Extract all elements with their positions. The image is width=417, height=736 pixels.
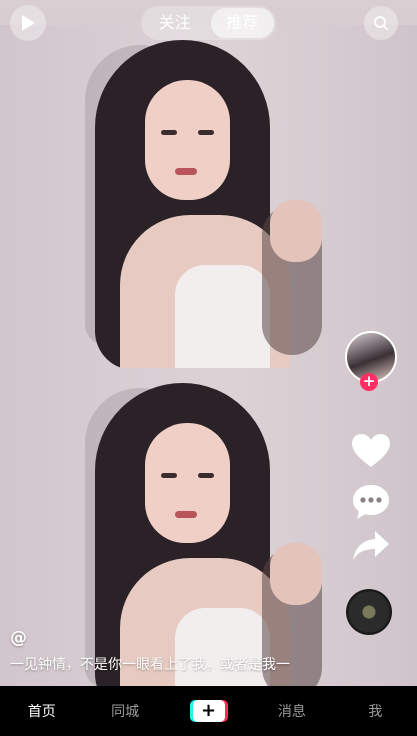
tab-recommend[interactable]: 推荐 — [210, 8, 274, 38]
music-disc-button[interactable] — [346, 589, 392, 635]
tab-following[interactable]: 关注 — [143, 8, 207, 38]
comment-icon — [353, 485, 389, 519]
author-name[interactable]: @ — [10, 628, 27, 648]
play-icon — [22, 15, 35, 31]
nav-create[interactable]: + — [167, 700, 250, 722]
share-button[interactable] — [351, 526, 391, 566]
nav-home[interactable]: 首页 — [0, 701, 83, 721]
nav-me[interactable]: 我 — [334, 701, 417, 721]
heart-icon — [352, 434, 390, 467]
comment-button[interactable] — [351, 482, 391, 522]
video-frame-top — [0, 25, 417, 368]
feed-tabs: 关注 推荐 — [141, 6, 276, 40]
plus-icon: + — [192, 700, 225, 722]
play-button[interactable] — [10, 5, 46, 41]
search-icon — [374, 16, 388, 30]
bottom-navbar: 首页 同城 + 消息 我 — [0, 686, 417, 736]
share-icon — [353, 531, 389, 560]
nav-nearby[interactable]: 同城 — [83, 701, 166, 721]
search-button[interactable] — [364, 6, 398, 40]
like-button[interactable] — [351, 431, 391, 471]
author-avatar-button[interactable]: + — [345, 331, 397, 391]
video-description: 一见钟情，不是你一眼看上了我，或者是我一 — [10, 657, 290, 673]
follow-plus-button[interactable]: + — [360, 373, 378, 391]
nav-messages[interactable]: 消息 — [250, 701, 333, 721]
